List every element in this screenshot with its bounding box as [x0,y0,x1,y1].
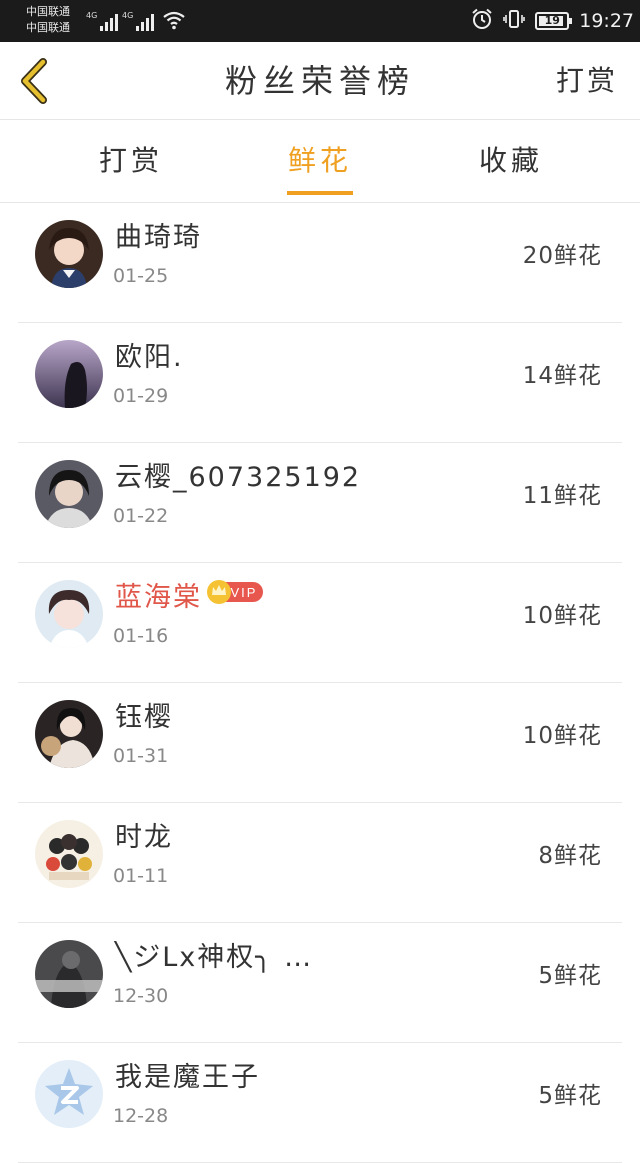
list-item[interactable]: ╲ジLx神权╮ … 12-30 5鲜花 [18,923,622,1043]
vip-label: VIP [231,585,258,600]
network-type-2: 4G [122,11,134,20]
page-title: 粉丝荣誉榜 [224,62,415,100]
wifi-icon [162,10,186,34]
clock: 19:27 [579,10,634,32]
fan-date: 01-11 [113,865,169,887]
fan-date: 01-16 [113,625,169,647]
fan-name: 钰樱 [115,702,173,733]
nav-bar: 粉丝荣誉榜 打赏 [0,42,640,120]
signal-icon: 4G [86,11,119,31]
fan-date: 01-22 [113,505,169,527]
avatar[interactable] [35,940,103,1008]
avatar[interactable] [35,700,103,768]
carrier-labels: 中国联通 中国联通 [26,4,70,36]
fan-ranking-list: 曲琦琦 01-25 20鲜花 欧阳. 01-29 14鲜花 云樱_6073251… [0,203,640,1163]
fan-name: 时龙 [115,822,173,853]
battery-level: 19 [544,14,560,27]
list-item[interactable]: 时龙 01-11 8鲜花 [18,803,622,923]
flower-count: 11鲜花 [522,483,602,509]
network-type-1: 4G [86,11,98,20]
reward-button[interactable]: 打赏 [556,42,618,120]
fan-name: 蓝海棠 VIP [115,575,264,615]
list-item[interactable]: 钰樱 01-31 10鲜花 [18,683,622,803]
battery-icon: 19 [535,12,573,30]
fan-date: 01-31 [113,745,169,767]
avatar[interactable] [35,820,103,888]
flower-count: 8鲜花 [538,843,602,869]
list-item[interactable]: 云樱_607325192 01-22 11鲜花 [18,443,622,563]
vip-badge: VIP [206,579,264,612]
carrier-2: 中国联通 [26,21,70,34]
list-item[interactable]: 蓝海棠 VIP 01-16 10鲜花 [18,563,622,683]
flower-count: 10鲜花 [522,603,602,629]
fan-date: 01-29 [113,385,169,407]
avatar[interactable] [35,580,103,648]
flower-count: 5鲜花 [538,1083,602,1109]
fan-name-text: 蓝海棠 [115,582,202,613]
fan-name: 云樱_607325192 [115,462,362,493]
fan-name: 曲琦琦 [115,222,202,253]
signal-icon: 4G [122,11,155,31]
fan-date: 12-28 [113,1105,169,1127]
fan-name: ╲ジLx神权╮ … [115,942,314,973]
avatar[interactable] [35,460,103,528]
list-item[interactable]: 我是魔王子 12-28 5鲜花 [18,1043,622,1163]
list-item[interactable]: 曲琦琦 01-25 20鲜花 [18,203,622,323]
fan-date: 01-25 [113,265,169,287]
tab-reward[interactable]: 打赏 [51,121,211,203]
avatar[interactable] [35,340,103,408]
fan-name: 我是魔王子 [115,1062,260,1093]
flower-count: 20鲜花 [522,243,602,269]
active-tab-indicator [287,191,353,195]
list-item[interactable]: 欧阳. 01-29 14鲜花 [18,323,622,443]
avatar[interactable] [35,220,103,288]
flower-count: 14鲜花 [522,363,602,389]
fan-name: 欧阳. [115,342,184,373]
alarm-icon [471,8,493,34]
fan-date: 12-30 [113,985,169,1007]
carrier-1: 中国联通 [26,5,70,18]
tab-favorites[interactable]: 收藏 [431,121,591,203]
flower-count: 10鲜花 [522,723,602,749]
status-bar: 中国联通 中国联通 4G 4G 19 19:27 [0,0,640,42]
vibrate-icon [503,8,526,34]
avatar[interactable] [35,1060,103,1128]
flower-count: 5鲜花 [538,963,602,989]
